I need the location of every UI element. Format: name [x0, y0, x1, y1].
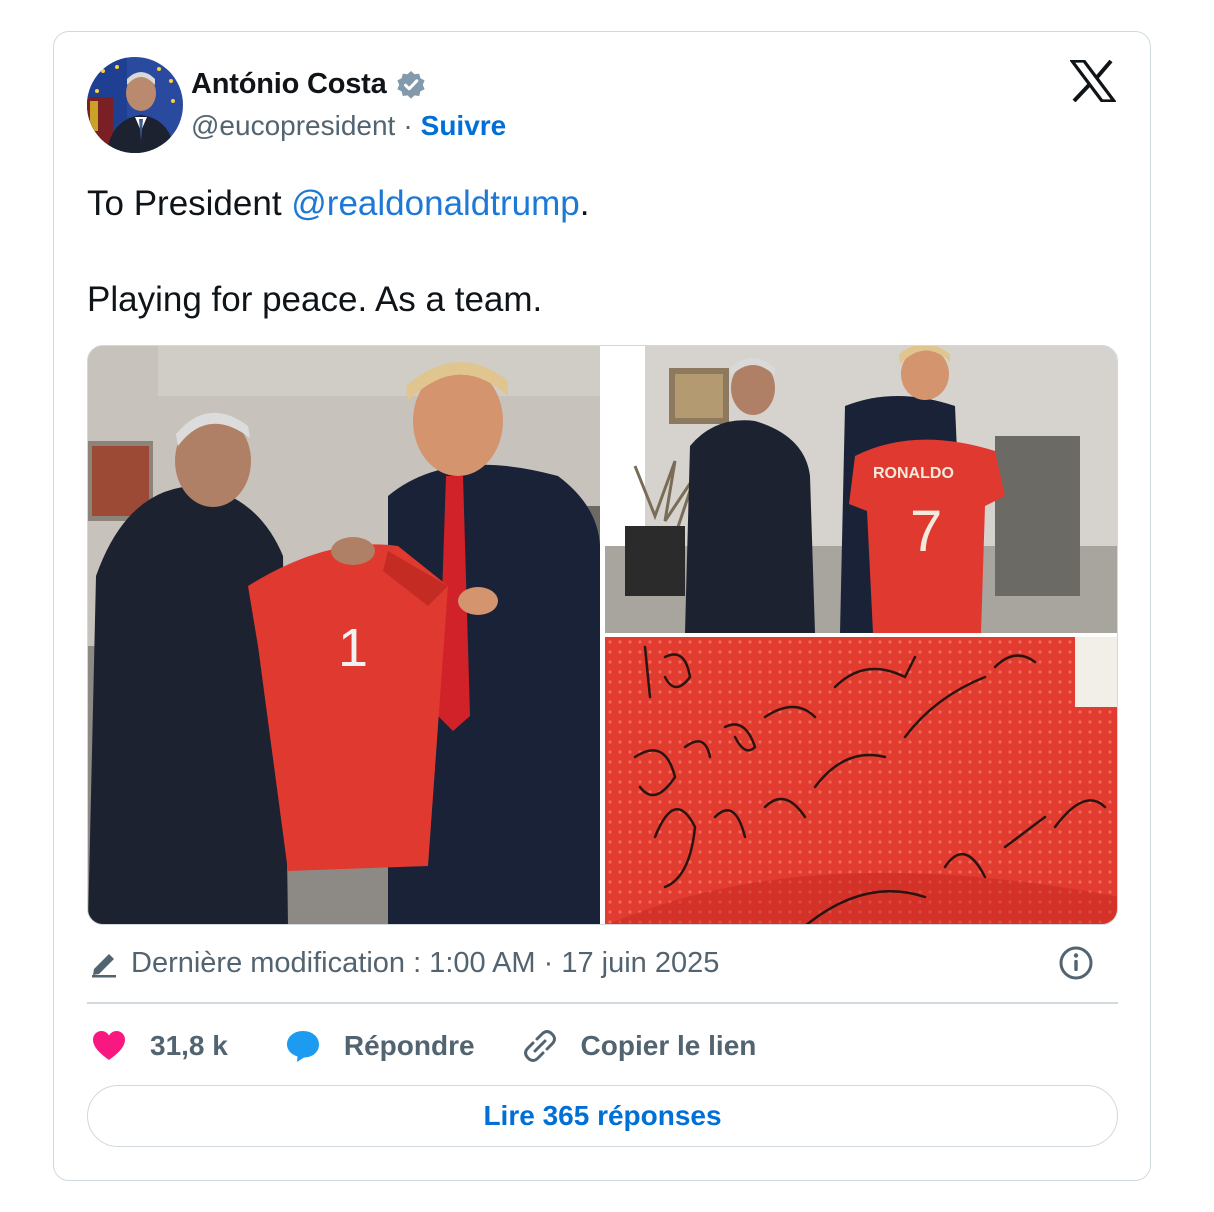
info-icon[interactable] — [1058, 945, 1094, 981]
media-grid: 1 RONALDO 7 — [87, 345, 1118, 925]
author-handle-row: @eucopresident · Suivre — [191, 110, 506, 142]
verified-badge-icon — [395, 69, 427, 101]
copy-link-label: Copier le lien — [580, 1030, 757, 1061]
tweet-card: António Costa @eucopresident · Suivre To… — [53, 31, 1151, 1181]
copy-link-button[interactable]: Copier le lien — [521, 1027, 757, 1065]
tweet-line-1: To President @realdonaldtrump. — [87, 180, 589, 228]
link-icon — [523, 1030, 556, 1062]
divider — [87, 1002, 1118, 1004]
author-name[interactable]: António Costa — [191, 68, 387, 101]
author-name-row: António Costa — [191, 68, 427, 101]
jersey-number: 1 — [338, 618, 368, 678]
action-bar: 31,8 k Répondre Copier le lien — [90, 1026, 756, 1066]
jersey-name: RONALDO — [873, 465, 954, 482]
separator-dot: · — [403, 110, 413, 141]
reply-label: Répondre — [343, 1030, 475, 1061]
tweet-suffix: . — [579, 184, 590, 223]
follow-button[interactable]: Suivre — [421, 110, 507, 142]
photo-signature-closeup[interactable] — [605, 637, 1117, 924]
avatar[interactable] — [87, 57, 183, 153]
pencil-icon — [89, 949, 119, 979]
edit-meta-row: Dernière modification : 1:00 AM · 17 jui… — [89, 947, 719, 980]
photo-jersey-handover[interactable]: 1 — [88, 346, 600, 924]
reply-button[interactable]: Répondre — [284, 1027, 475, 1065]
tweet-text: To President @realdonaldtrump. Playing f… — [87, 180, 589, 324]
x-logo-icon[interactable] — [1068, 59, 1118, 103]
tweet-prefix: To President — [87, 184, 292, 223]
author-handle[interactable]: @eucopresident — [191, 110, 395, 142]
read-replies-button[interactable]: Lire 365 réponses — [87, 1085, 1118, 1147]
heart-icon — [93, 1031, 125, 1060]
edited-timestamp[interactable]: Dernière modification : 1:00 AM · 17 jui… — [131, 947, 719, 980]
like-count: 31,8 k — [150, 1030, 228, 1061]
reply-bubble-icon — [286, 1031, 319, 1062]
tweet-line-2: Playing for peace. As a team. — [87, 280, 543, 319]
mention-link[interactable]: @realdonaldtrump — [291, 184, 579, 223]
like-button[interactable]: 31,8 k — [90, 1027, 228, 1065]
photo-jersey-display[interactable]: RONALDO 7 — [605, 346, 1117, 633]
jersey-number-7: 7 — [910, 499, 942, 564]
